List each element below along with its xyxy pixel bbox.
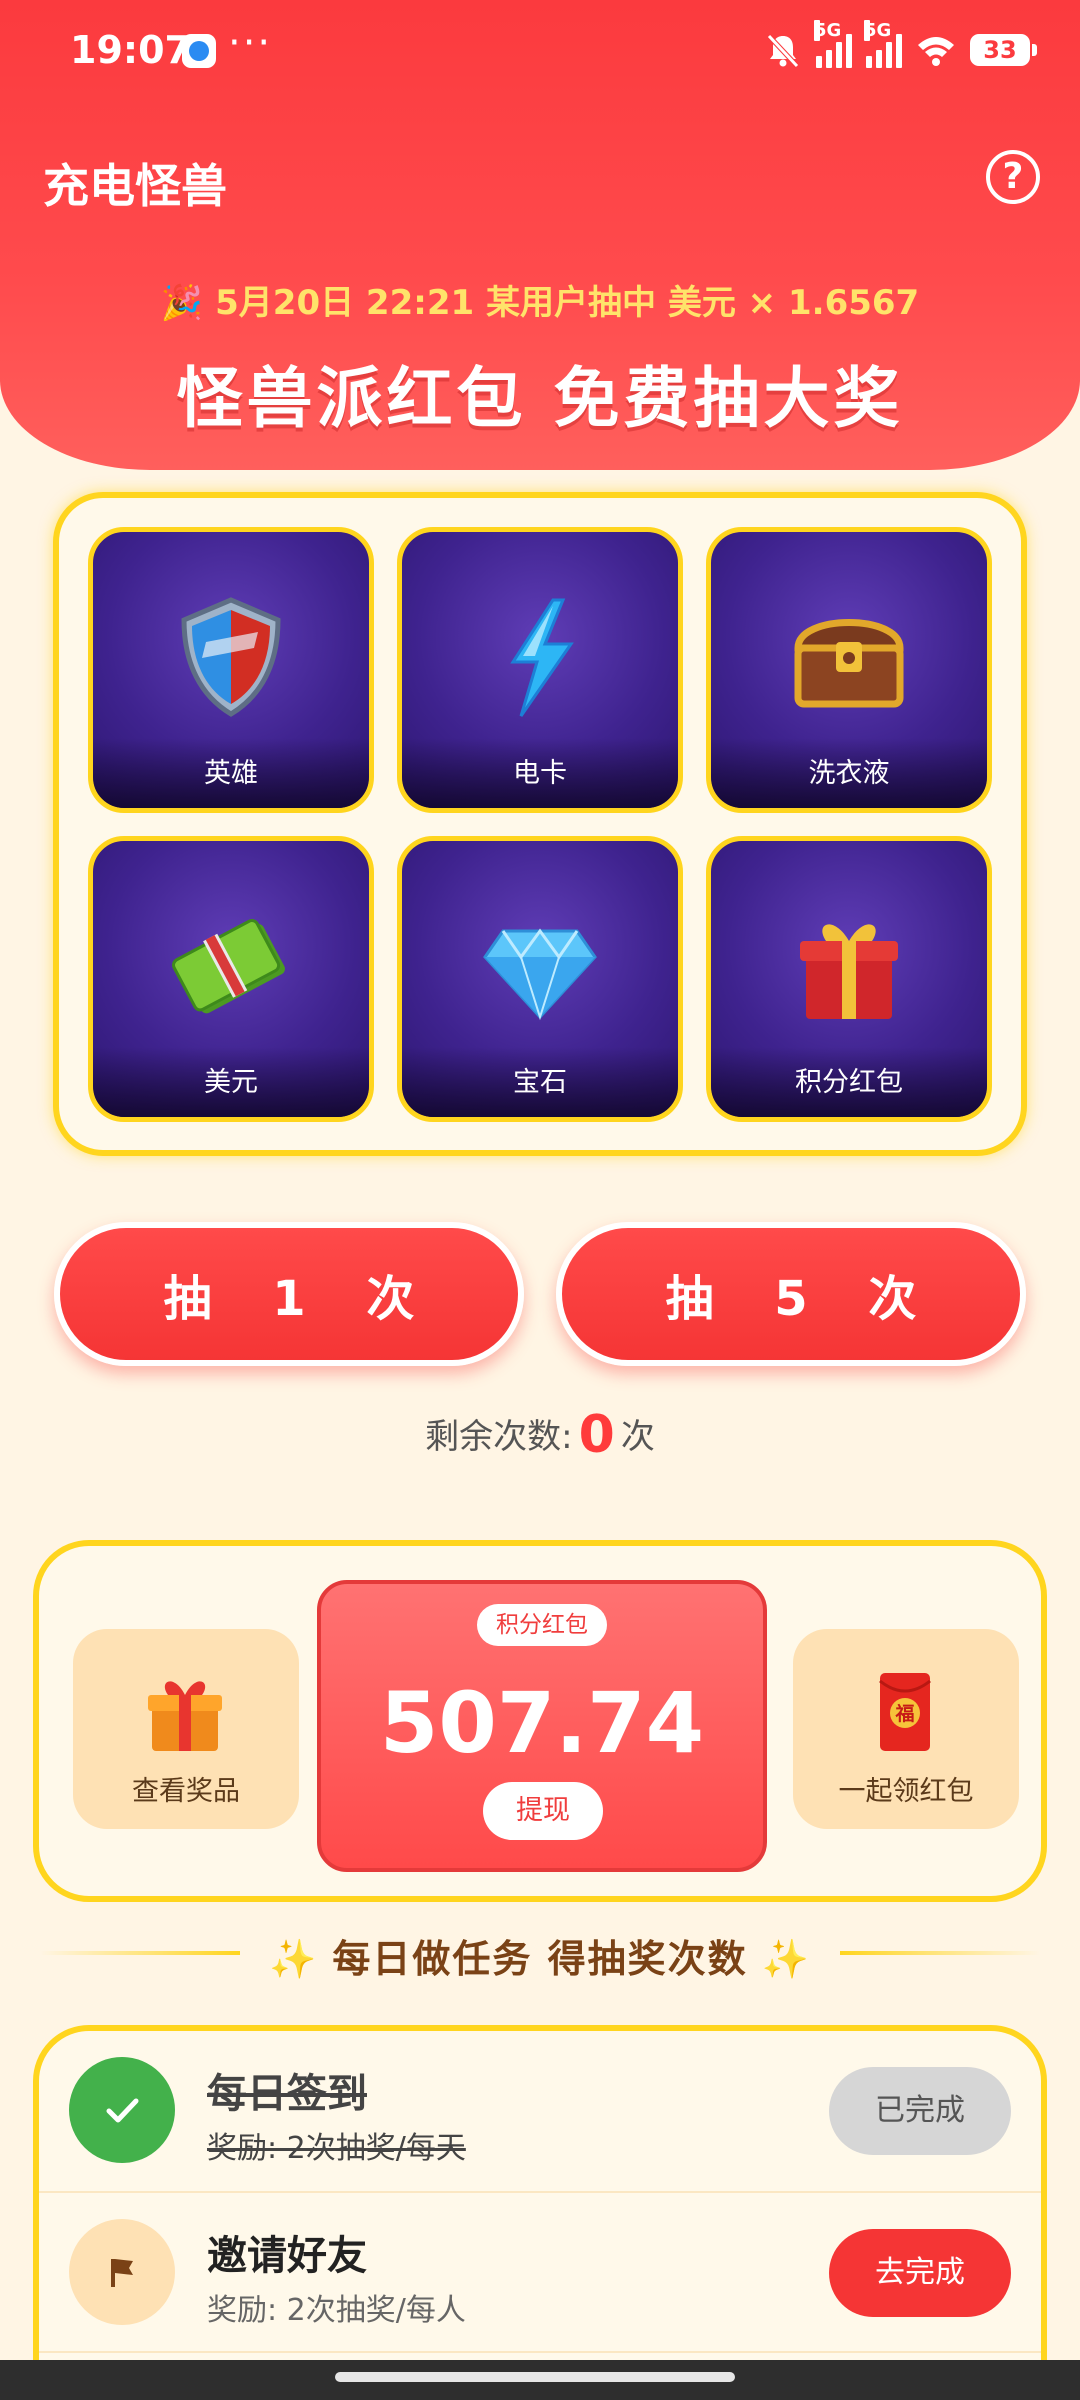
remaining-draws: 剩余次数: 0 次: [0, 1405, 1080, 1465]
diamond-icon: [483, 928, 597, 1021]
signal-strength-icon-2: 5G: [864, 20, 902, 68]
task-row-invite-friends: 邀请好友 奖励: 2次抽奖/每人 去完成: [39, 2191, 1041, 2351]
tasks-card: 每日签到 奖励: 2次抽奖/每天 已完成 邀请好友 奖励: 2次抽奖/每人 去完…: [33, 2025, 1047, 2400]
remaining-count: 0: [578, 1405, 615, 1465]
task-reward: 奖励: 2次抽奖/每天: [207, 2131, 466, 2166]
share-redpacket-label: 一起领红包: [838, 1776, 974, 1807]
check-icon: [69, 2057, 175, 2163]
party-popper-icon: 🎉: [160, 283, 204, 323]
marquee-text: 5月20日 22:21 某用户抽中 美元 × 1.6567: [215, 283, 920, 323]
prize-label: 英雄: [204, 758, 258, 789]
red-envelope-icon: 福: [879, 1673, 931, 1751]
header-banner: 19:07 ··· 5G 5G 33 充电怪兽 ? 🎉 5月20日 22:21 …: [0, 0, 1080, 470]
cash-icon: [172, 919, 285, 1014]
points-tag: 积分红包: [477, 1604, 607, 1646]
prize-cell-hero[interactable]: 英雄: [88, 527, 374, 813]
tasks-section-text: 每日做任务 得抽奖次数: [332, 1937, 748, 1981]
status-indicators: 5G 5G 33: [764, 20, 1037, 72]
prize-cell-dollar[interactable]: 美元: [88, 836, 374, 1122]
status-time: 19:07: [70, 28, 191, 72]
remaining-unit: 次: [620, 1417, 655, 1457]
wifi-icon: [916, 33, 956, 67]
prize-label: 宝石: [513, 1067, 567, 1098]
task-go-button[interactable]: 去完成: [829, 2229, 1011, 2317]
points-balance: 507.74: [379, 1674, 705, 1772]
gift-box-icon: [800, 924, 898, 1019]
view-prizes-label: 查看奖品: [132, 1776, 240, 1807]
prize-label: 洗衣液: [808, 758, 890, 789]
task-reward: 奖励: 2次抽奖/每人: [207, 2293, 466, 2328]
tasks-section-title: ✨ 每日做任务 得抽奖次数 ✨: [0, 1928, 1080, 1983]
help-icon[interactable]: ?: [986, 150, 1040, 204]
draw-five-button[interactable]: 抽 5 次: [556, 1222, 1026, 1366]
winner-marquee: 🎉 5月20日 22:21 某用户抽中 美元 × 1.6567: [0, 275, 1080, 324]
task-title: 邀请好友: [207, 2233, 367, 2279]
treasure-chest-icon: [794, 619, 904, 708]
share-redpacket-button[interactable]: 福 一起领红包: [793, 1629, 1019, 1829]
battery-icon: 33: [970, 34, 1037, 66]
flag-icon: [69, 2219, 175, 2325]
signal-strength-icon: 5G: [814, 20, 852, 68]
prize-cell-gem[interactable]: 宝石: [397, 836, 683, 1122]
view-prizes-button[interactable]: 查看奖品: [73, 1629, 299, 1829]
banner-title: 怪兽派红包 免费抽大奖: [176, 360, 904, 437]
app-notification-icon: [182, 34, 216, 68]
task-completed-button[interactable]: 已完成: [829, 2067, 1011, 2155]
points-balance-card: 积分红包 507.74 提现: [317, 1580, 767, 1872]
sparkle-icon: ✨: [761, 1937, 811, 1981]
more-notifications-icon: ···: [228, 20, 273, 66]
sparkle-icon: ✨: [269, 1937, 319, 1981]
mute-bell-icon: [767, 34, 799, 68]
lightning-icon: [510, 598, 574, 717]
task-title: 每日签到: [207, 2071, 367, 2117]
home-gesture-handle[interactable]: [335, 2372, 735, 2382]
task-row-daily-checkin: 每日签到 奖励: 2次抽奖/每天 已完成: [39, 2031, 1041, 2191]
status-bar: 19:07 ··· 5G 5G 33: [0, 0, 1080, 100]
svg-text:福: 福: [894, 1702, 914, 1725]
prize-board: 英雄 电卡 洗衣液 美元 宝石 积分红包: [53, 492, 1027, 1156]
prize-cell-power-card[interactable]: 电卡: [397, 527, 683, 813]
withdraw-button[interactable]: 提现: [483, 1782, 603, 1840]
prize-cell-detergent[interactable]: 洗衣液: [706, 527, 992, 813]
points-card: 查看奖品 积分红包 507.74 提现 福 一起领红包: [33, 1540, 1047, 1902]
draw-once-button[interactable]: 抽 1 次: [54, 1222, 524, 1366]
shield-icon: [181, 597, 281, 717]
page-title: 充电怪兽: [43, 159, 227, 213]
remaining-label: 剩余次数:: [425, 1417, 573, 1457]
gift-icon: [148, 1681, 222, 1751]
prize-label: 积分红包: [795, 1067, 903, 1098]
prize-label: 电卡: [513, 758, 567, 789]
prize-cell-points-redpacket[interactable]: 积分红包: [706, 836, 992, 1122]
prize-label: 美元: [204, 1067, 258, 1098]
